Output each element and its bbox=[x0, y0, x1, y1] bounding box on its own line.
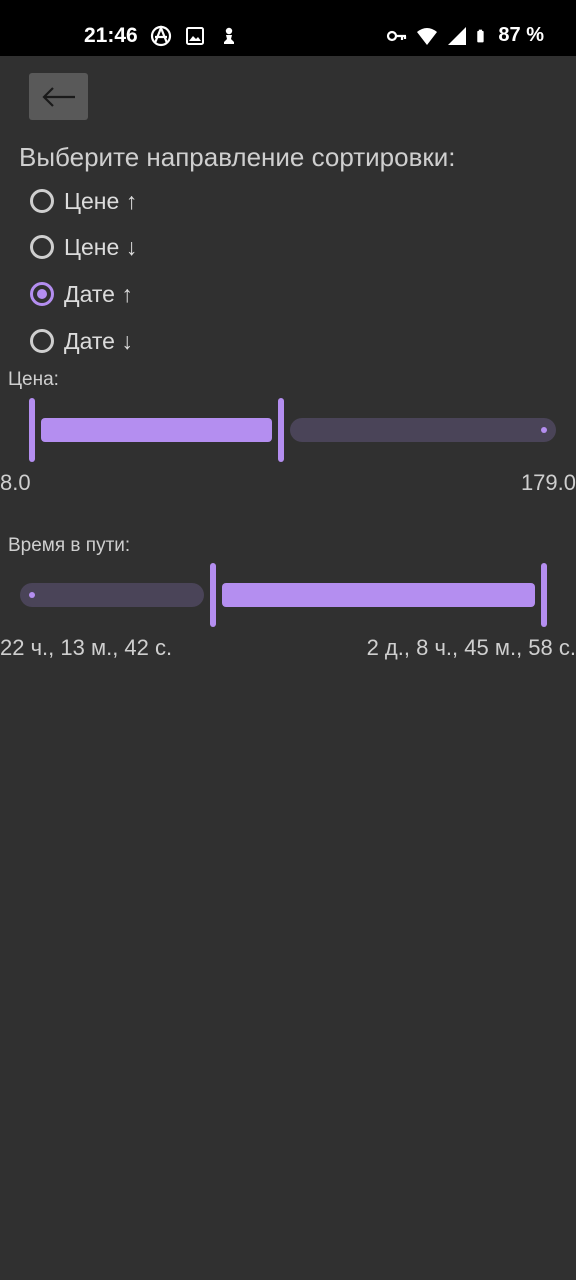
radio-button-checked[interactable] bbox=[30, 282, 54, 306]
battery-percentage: 87 % bbox=[498, 24, 544, 46]
sort-direction-title: Выберите направление сортировки: bbox=[19, 142, 456, 172]
radio-button[interactable] bbox=[30, 235, 54, 259]
wifi-icon bbox=[417, 27, 438, 45]
price-max-label: 179.0 bbox=[520, 470, 576, 495]
sort-option-date-desc[interactable]: Дате ↓ bbox=[30, 324, 133, 358]
price-active-track bbox=[41, 418, 272, 442]
image-icon bbox=[186, 27, 204, 45]
travel-time-lower-thumb[interactable] bbox=[210, 563, 216, 627]
sort-option-label: Дате ↓ bbox=[64, 327, 133, 354]
status-bar: 21:46 87 % bbox=[0, 0, 576, 56]
price-inactive-track bbox=[290, 418, 556, 442]
back-button[interactable] bbox=[29, 73, 88, 120]
sort-option-price-asc[interactable]: Цене ↑ bbox=[30, 184, 137, 218]
sort-option-label: Дате ↑ bbox=[64, 280, 133, 307]
price-min-label: 8.0 bbox=[0, 470, 31, 495]
arrow-left-icon bbox=[41, 86, 75, 107]
travel-time-min-label: 22 ч., 13 м., 42 с. bbox=[0, 635, 173, 660]
travel-time-inactive-track bbox=[20, 583, 204, 607]
travel-time-max-label: 2 д., 8 ч., 45 м., 58 с. bbox=[366, 635, 576, 660]
key-icon bbox=[387, 30, 407, 41]
travel-time-active-track bbox=[222, 583, 535, 607]
travel-time-upper-thumb[interactable] bbox=[541, 563, 547, 627]
status-right-icons: 87 % bbox=[386, 24, 544, 47]
price-end-dot bbox=[541, 427, 547, 433]
radio-button[interactable] bbox=[30, 189, 54, 213]
travel-time-caption: Время в пути: bbox=[8, 535, 131, 556]
price-caption: Цена: bbox=[8, 369, 59, 390]
price-lower-thumb[interactable] bbox=[29, 398, 35, 462]
sort-option-label: Цене ↑ bbox=[64, 187, 138, 214]
status-time: 21:46 bbox=[84, 24, 138, 47]
sort-option-label: Цене ↓ bbox=[64, 233, 138, 260]
battery-icon bbox=[477, 29, 485, 42]
sort-option-price-desc[interactable]: Цене ↓ bbox=[30, 230, 137, 264]
travel-time-start-dot bbox=[29, 592, 35, 598]
price-upper-thumb[interactable] bbox=[278, 398, 284, 462]
signal-icon bbox=[448, 26, 467, 45]
chess-pawn-icon bbox=[224, 27, 234, 44]
vpn-anarchy-icon bbox=[150, 25, 172, 47]
sort-option-date-asc[interactable]: Дате ↑ bbox=[30, 277, 133, 311]
radio-button[interactable] bbox=[30, 329, 54, 353]
status-left-icons bbox=[150, 25, 240, 47]
